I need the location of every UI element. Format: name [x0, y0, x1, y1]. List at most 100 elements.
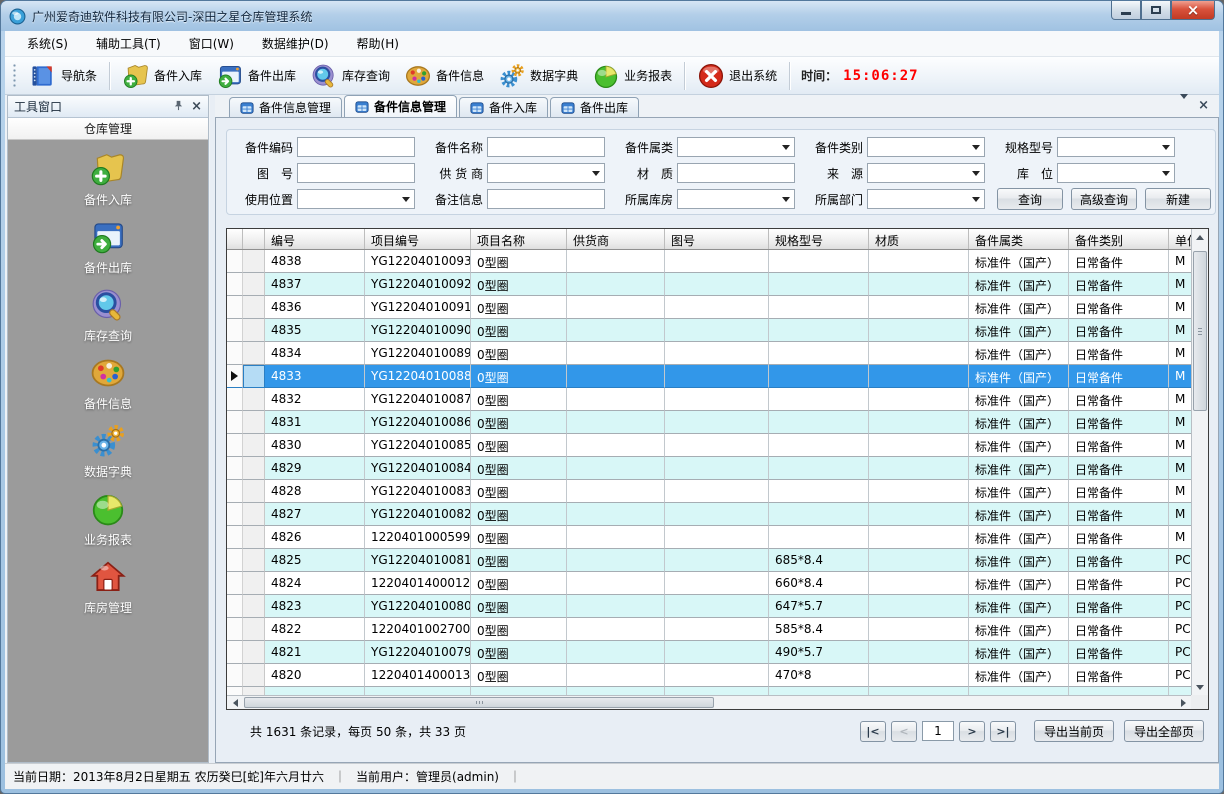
- table-row[interactable]: 4833YG122040100880型圈标准件（国产）日常备件M: [227, 365, 1208, 388]
- row-selector-cell[interactable]: [243, 296, 265, 319]
- part-type-select[interactable]: [867, 137, 985, 157]
- toolbar-item-outbound[interactable]: 备件出库: [209, 59, 303, 93]
- sidebar-item-palette[interactable]: 备件信息: [8, 354, 208, 416]
- next-page-button[interactable]: >: [959, 721, 985, 742]
- row-selector-cell[interactable]: [243, 641, 265, 664]
- table-row[interactable]: 4836YG122040100910型圈标准件（国产）日常备件M: [227, 296, 1208, 319]
- table-row[interactable]: 4829YG122040100840型圈标准件（国产）日常备件M: [227, 457, 1208, 480]
- sidebar-item-inbound[interactable]: 备件入库: [8, 150, 208, 212]
- row-selector-cell[interactable]: [243, 549, 265, 572]
- query-button[interactable]: 查询: [997, 188, 1063, 210]
- table-row[interactable]: 482012204014000130型圈470*8标准件（国产）日常备件PC: [227, 664, 1208, 687]
- prev-page-button[interactable]: <: [891, 721, 917, 742]
- department-select[interactable]: [867, 189, 985, 209]
- location-select[interactable]: [1057, 163, 1175, 183]
- toolbar-item-gears[interactable]: 数据字典: [491, 59, 585, 93]
- dropdown-button[interactable]: [1158, 165, 1173, 181]
- window-titlebar[interactable]: 广州爱奇迪软件科技有限公司-深田之星仓库管理系统 ×: [1, 1, 1223, 31]
- row-selector-cell[interactable]: [243, 342, 265, 365]
- toolbar-item-book[interactable]: 导航条: [22, 59, 104, 93]
- row-selector-cell[interactable]: [243, 526, 265, 549]
- dropdown-button[interactable]: [588, 165, 603, 181]
- row-selector-cell[interactable]: [243, 250, 265, 273]
- tab-3[interactable]: 备件出库: [550, 97, 639, 117]
- close-icon[interactable]: ×: [191, 101, 202, 113]
- table-row[interactable]: 4825YG122040100810型圈685*8.4标准件（国产）日常备件PC: [227, 549, 1208, 572]
- dropdown-button[interactable]: [1158, 139, 1173, 155]
- row-selector-cell[interactable]: [243, 457, 265, 480]
- row-selector-cell[interactable]: [243, 595, 265, 618]
- toolbar-item-exit[interactable]: 退出系统: [690, 59, 784, 93]
- new-button[interactable]: 新建: [1145, 188, 1211, 210]
- vertical-scroll-thumb[interactable]: [1193, 251, 1207, 411]
- sidebar-item-magnifier[interactable]: 库存查询: [8, 286, 208, 348]
- first-page-button[interactable]: |<: [860, 721, 886, 742]
- sidebar-item-gears[interactable]: 数据字典: [8, 422, 208, 484]
- grid-header-id[interactable]: 编号: [265, 229, 365, 249]
- menu-item-2[interactable]: 窗口(W): [179, 31, 244, 56]
- toolbar-item-palette[interactable]: 备件信息: [397, 59, 491, 93]
- row-selector-cell[interactable]: [243, 664, 265, 687]
- last-page-button[interactable]: >|: [990, 721, 1016, 742]
- table-row[interactable]: 482612204010005990型圈标准件（国产）日常备件M: [227, 526, 1208, 549]
- horizontal-scrollbar[interactable]: [227, 695, 1191, 709]
- vertical-scrollbar[interactable]: [1191, 229, 1208, 695]
- toolbar-grip[interactable]: [12, 63, 17, 89]
- scroll-up-icon[interactable]: [1192, 229, 1208, 245]
- pin-icon[interactable]: [173, 100, 184, 114]
- sidebar-item-house[interactable]: 库房管理: [8, 558, 208, 620]
- table-row[interactable]: 4828YG122040100830型圈标准件（国产）日常备件M: [227, 480, 1208, 503]
- warehouse-select[interactable]: [677, 189, 795, 209]
- table-row[interactable]: 4834YG122040100890型圈标准件（国产）日常备件M: [227, 342, 1208, 365]
- sidebar-item-pie[interactable]: 业务报表: [8, 490, 208, 552]
- table-row[interactable]: 4832YG122040100870型圈标准件（国产）日常备件M: [227, 388, 1208, 411]
- menu-item-0[interactable]: 系统(S): [17, 31, 78, 56]
- menu-item-1[interactable]: 辅助工具(T): [86, 31, 171, 56]
- part-name-input[interactable]: [487, 137, 605, 157]
- tab-list-button[interactable]: [1180, 99, 1188, 113]
- grid-header-code[interactable]: 项目编号: [365, 229, 471, 249]
- source-select[interactable]: [867, 163, 985, 183]
- maximize-button[interactable]: [1141, 1, 1171, 20]
- grid-header-category[interactable]: 备件属类: [969, 229, 1069, 249]
- menu-item-3[interactable]: 数据维护(D): [252, 31, 339, 56]
- table-row[interactable]: 4838YG122040100930型圈标准件（国产）日常备件M: [227, 250, 1208, 273]
- export-all-pages-button[interactable]: 导出全部页: [1124, 720, 1204, 742]
- row-selector-cell[interactable]: [243, 434, 265, 457]
- toolbar-item-magnifier[interactable]: 库存查询: [303, 59, 397, 93]
- toolbar-item-pie[interactable]: 业务报表: [585, 59, 679, 93]
- toolbar-item-inbound[interactable]: 备件入库: [115, 59, 209, 93]
- scroll-down-icon[interactable]: [1192, 679, 1208, 695]
- tab-2[interactable]: 备件入库: [459, 97, 548, 117]
- grid-header-spec[interactable]: 规格型号: [769, 229, 869, 249]
- dropdown-button[interactable]: [778, 139, 793, 155]
- part-code-input[interactable]: [297, 137, 415, 157]
- dropdown-button[interactable]: [968, 139, 983, 155]
- table-row[interactable]: 482212204010027000型圈585*8.4标准件（国产）日常备件PC: [227, 618, 1208, 641]
- remark-input[interactable]: [487, 189, 605, 209]
- spec-model-select[interactable]: [1057, 137, 1175, 157]
- tab-0[interactable]: 备件信息管理: [229, 97, 342, 117]
- row-selector-cell[interactable]: [243, 273, 265, 296]
- part-category-select[interactable]: [677, 137, 795, 157]
- dropdown-button[interactable]: [778, 191, 793, 207]
- row-selector-cell[interactable]: [243, 572, 265, 595]
- scroll-left-icon[interactable]: [227, 695, 243, 710]
- dropdown-button[interactable]: [968, 191, 983, 207]
- table-row[interactable]: 482412204014000120型圈660*8.4标准件（国产）日常备件PC: [227, 572, 1208, 595]
- grid-header-material[interactable]: 材质: [869, 229, 969, 249]
- row-selector-cell[interactable]: [243, 480, 265, 503]
- horizontal-scroll-thumb[interactable]: [244, 697, 714, 708]
- table-row[interactable]: 4835YG122040100900型圈标准件（国产）日常备件M: [227, 319, 1208, 342]
- row-selector-cell[interactable]: [243, 503, 265, 526]
- dropdown-button[interactable]: [398, 191, 413, 207]
- table-row[interactable]: 4831YG122040100860型圈标准件（国产）日常备件M: [227, 411, 1208, 434]
- table-row[interactable]: 4827YG122040100820型圈标准件（国产）日常备件M: [227, 503, 1208, 526]
- usage-position-select[interactable]: [297, 189, 415, 209]
- page-number-input[interactable]: [922, 721, 954, 741]
- grid-header-figure[interactable]: 图号: [665, 229, 769, 249]
- minimize-button[interactable]: [1111, 1, 1141, 20]
- menu-item-4[interactable]: 帮助(H): [347, 31, 409, 56]
- row-selector-cell[interactable]: [243, 319, 265, 342]
- material-input[interactable]: [677, 163, 795, 183]
